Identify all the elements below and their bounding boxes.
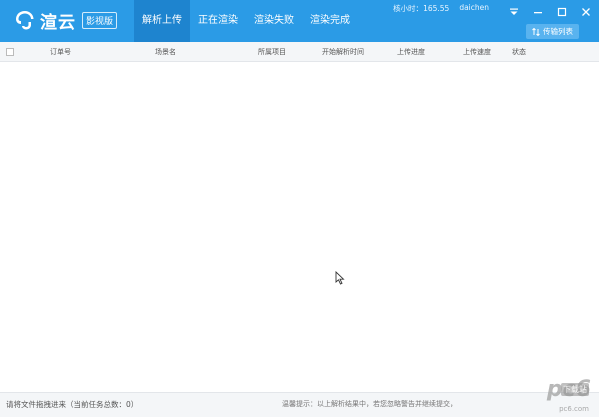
table-header: 订单号 场景名 所属项目 开始解析时间 上传进度 上传速度 状态 bbox=[0, 42, 599, 62]
col-parse-start-time[interactable]: 开始解析时间 bbox=[322, 42, 364, 62]
balance-value: 165.55 bbox=[423, 4, 450, 13]
watermark-url: pc6.com bbox=[559, 405, 589, 413]
col-upload-progress[interactable]: 上传进度 bbox=[397, 42, 425, 62]
balance-label: 核小时： bbox=[393, 4, 424, 13]
tab-parse-upload[interactable]: 解析上传 bbox=[134, 0, 190, 42]
window-controls bbox=[509, 2, 591, 17]
site-watermark: pc6 下载站 pc6.com bbox=[491, 377, 591, 413]
close-icon[interactable] bbox=[581, 2, 591, 16]
app-logo: 渲云 影视版 bbox=[14, 6, 118, 34]
warm-tip: 温馨提示：以上解析结果中，若您忽略警告并继续提交， bbox=[282, 400, 457, 408]
title-bar: 渲云 影视版 解析上传 正在渲染 渲染失败 渲染完成 核小时：165.55 da… bbox=[0, 0, 599, 42]
balance-info: 核小时：165.55 bbox=[393, 3, 449, 14]
select-all-checkbox[interactable] bbox=[6, 48, 14, 56]
account-status: 核小时：165.55 daichen bbox=[393, 3, 489, 14]
tab-render-complete[interactable]: 渲染完成 bbox=[302, 0, 358, 42]
col-scene-name[interactable]: 场景名 bbox=[155, 42, 176, 62]
col-upload-speed[interactable]: 上传速度 bbox=[463, 42, 491, 62]
cloud-logo-icon bbox=[14, 9, 36, 31]
watermark-badge: 下载站 bbox=[561, 383, 589, 396]
transfer-list-label: 传输列表 bbox=[543, 27, 573, 36]
tab-rendering[interactable]: 正在渲染 bbox=[190, 0, 246, 42]
brand-name: 渲云 bbox=[40, 12, 76, 33]
dropdown-menu-icon[interactable] bbox=[509, 2, 519, 15]
edition-badge: 影视版 bbox=[82, 11, 118, 29]
transfer-icon bbox=[532, 27, 540, 36]
minimize-icon[interactable] bbox=[533, 2, 543, 14]
username[interactable]: daichen bbox=[459, 3, 489, 14]
col-project[interactable]: 所属项目 bbox=[258, 42, 286, 62]
col-order-number[interactable]: 订单号 bbox=[50, 42, 71, 62]
tab-render-failed[interactable]: 渲染失败 bbox=[246, 0, 302, 42]
mouse-pointer-icon bbox=[335, 270, 345, 285]
drop-hint: 请将文件拖拽进来（当前任务总数：0） bbox=[6, 400, 139, 409]
col-status[interactable]: 状态 bbox=[512, 42, 526, 62]
transfer-list-button[interactable]: 传输列表 bbox=[526, 24, 579, 39]
main-tabs: 解析上传 正在渲染 渲染失败 渲染完成 bbox=[134, 0, 358, 42]
maximize-icon[interactable] bbox=[557, 2, 567, 17]
task-list[interactable] bbox=[0, 62, 599, 392]
